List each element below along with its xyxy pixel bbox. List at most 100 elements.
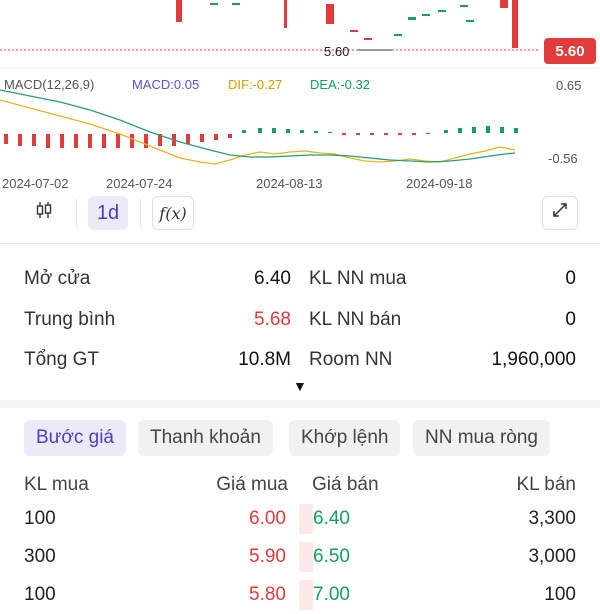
dif-line bbox=[0, 99, 516, 165]
sell-volume: 100 bbox=[544, 584, 576, 605]
macd-bar bbox=[458, 128, 462, 133]
macd-bar bbox=[272, 128, 276, 133]
dea-line bbox=[0, 89, 516, 163]
macd-bar bbox=[444, 130, 448, 133]
candle bbox=[500, 0, 508, 8]
total-value-value: 10.8M bbox=[238, 349, 291, 370]
macd-bar bbox=[4, 134, 8, 144]
macd-bar bbox=[60, 134, 64, 148]
sell-price: 6.40 bbox=[313, 508, 350, 529]
price-candles bbox=[176, 0, 518, 48]
orderbook-row[interactable]: 300 5.90 6.50 3,000 bbox=[0, 538, 600, 576]
macd-bar bbox=[258, 128, 262, 133]
candle bbox=[422, 14, 430, 16]
average-value: 5.68 bbox=[254, 309, 291, 330]
nn-buy-label: KL NN mua bbox=[309, 268, 407, 289]
macd-bar bbox=[286, 129, 290, 133]
tab-price-step[interactable]: Bước giá bbox=[24, 420, 126, 456]
candle bbox=[232, 3, 240, 5]
tab-matched-orders[interactable]: Khớp lệnh bbox=[289, 420, 401, 456]
macd-bar bbox=[300, 130, 304, 133]
tab-foreign-net-buy[interactable]: NN mua ròng bbox=[413, 420, 550, 456]
macd-bar bbox=[186, 134, 190, 144]
expand-stats-caret-icon[interactable]: ▼ bbox=[293, 378, 307, 394]
toolbar-separator bbox=[76, 198, 77, 228]
macd-bar bbox=[74, 134, 78, 148]
macd-bar bbox=[384, 133, 388, 135]
macd-legend-dea: DEA:-0.32 bbox=[310, 77, 370, 92]
macd-legend-macd: MACD:0.05 bbox=[132, 77, 199, 92]
tab-liquidity[interactable]: Thanh khoản bbox=[138, 420, 273, 456]
nn-buy-value: 0 bbox=[565, 268, 576, 289]
open-value: 6.40 bbox=[254, 268, 291, 289]
macd-legend-title: MACD(12,26,9) bbox=[4, 77, 94, 92]
candle bbox=[210, 3, 218, 5]
date-label: 2024-07-24 bbox=[106, 176, 173, 191]
current-price-label: 5.60 bbox=[555, 43, 584, 60]
price-chart[interactable]: 5.60 5.60 MACD(12,26,9) MACD:0.05 DIF:-0… bbox=[0, 0, 600, 195]
buy-price-header: Giá mua bbox=[216, 474, 288, 495]
macd-bar bbox=[370, 133, 374, 135]
average-label: Trung bình bbox=[24, 309, 116, 330]
macd-bar bbox=[18, 134, 22, 146]
buy-price: 6.00 bbox=[249, 508, 286, 529]
macd-bar bbox=[242, 130, 246, 133]
candle bbox=[326, 4, 334, 24]
candle bbox=[408, 17, 416, 20]
open-label: Mở cửa bbox=[24, 268, 91, 289]
fullscreen-button[interactable] bbox=[542, 196, 578, 230]
buy-price: 5.90 bbox=[249, 546, 286, 567]
candlestick-icon bbox=[34, 200, 54, 226]
function-icon: f(x) bbox=[159, 203, 187, 223]
nn-sell-value: 0 bbox=[565, 309, 576, 330]
candlestick-toggle-button[interactable] bbox=[24, 196, 64, 230]
orderbook-row[interactable]: 100 6.00 6.40 3,300 bbox=[0, 500, 600, 538]
candle bbox=[176, 0, 182, 22]
macd-bar bbox=[486, 126, 490, 133]
macd-bar bbox=[88, 134, 92, 148]
macd-bar bbox=[130, 134, 134, 148]
candle bbox=[460, 5, 468, 7]
macd-bar bbox=[200, 134, 204, 142]
macd-bar bbox=[32, 134, 36, 146]
buy-volume-header: KL mua bbox=[24, 474, 89, 495]
macd-bar bbox=[412, 133, 416, 135]
macd-axis-top: 0.65 bbox=[556, 78, 581, 93]
macd-bar bbox=[356, 133, 360, 135]
date-label: 2024-09-18 bbox=[406, 176, 473, 191]
macd-bar bbox=[228, 134, 232, 138]
sell-volume: 3,000 bbox=[528, 546, 576, 567]
macd-bar bbox=[500, 127, 504, 133]
room-nn-value: 1,960,000 bbox=[491, 349, 576, 370]
expand-icon bbox=[551, 201, 569, 225]
macd-bar bbox=[144, 134, 148, 148]
sell-price-header: Giá bán bbox=[312, 474, 379, 495]
price-highlight bbox=[299, 580, 313, 610]
room-nn-label: Room NN bbox=[309, 349, 393, 370]
section-divider bbox=[0, 243, 600, 244]
macd-bar bbox=[398, 133, 402, 135]
buy-volume: 100 bbox=[24, 508, 56, 529]
candle bbox=[364, 38, 372, 40]
date-label: 2024-07-02 bbox=[2, 176, 69, 191]
macd-legend-dif: DIF:-0.27 bbox=[228, 77, 282, 92]
sell-price: 7.00 bbox=[313, 584, 350, 605]
low-price-label: 5.60 bbox=[324, 44, 349, 59]
candle bbox=[466, 20, 474, 22]
macd-bar bbox=[342, 133, 346, 135]
indicator-function-button[interactable]: f(x) bbox=[152, 196, 194, 230]
price-highlight bbox=[299, 542, 313, 572]
total-value-label: Tổng GT bbox=[24, 349, 99, 370]
macd-bar bbox=[102, 134, 106, 148]
orderbook-row[interactable]: 100 5.80 7.00 100 bbox=[0, 576, 600, 614]
buy-volume: 300 bbox=[24, 546, 56, 567]
price-highlight bbox=[299, 504, 313, 534]
sell-volume-header: KL bán bbox=[516, 474, 576, 495]
macd-bar bbox=[214, 134, 218, 140]
nn-sell-label: KL NN bán bbox=[309, 309, 402, 330]
buy-price: 5.80 bbox=[249, 584, 286, 605]
timeframe-button[interactable]: 1d bbox=[88, 196, 128, 230]
macd-histogram bbox=[4, 126, 518, 148]
macd-axis-bottom: -0.56 bbox=[548, 151, 578, 166]
candle bbox=[350, 30, 358, 32]
